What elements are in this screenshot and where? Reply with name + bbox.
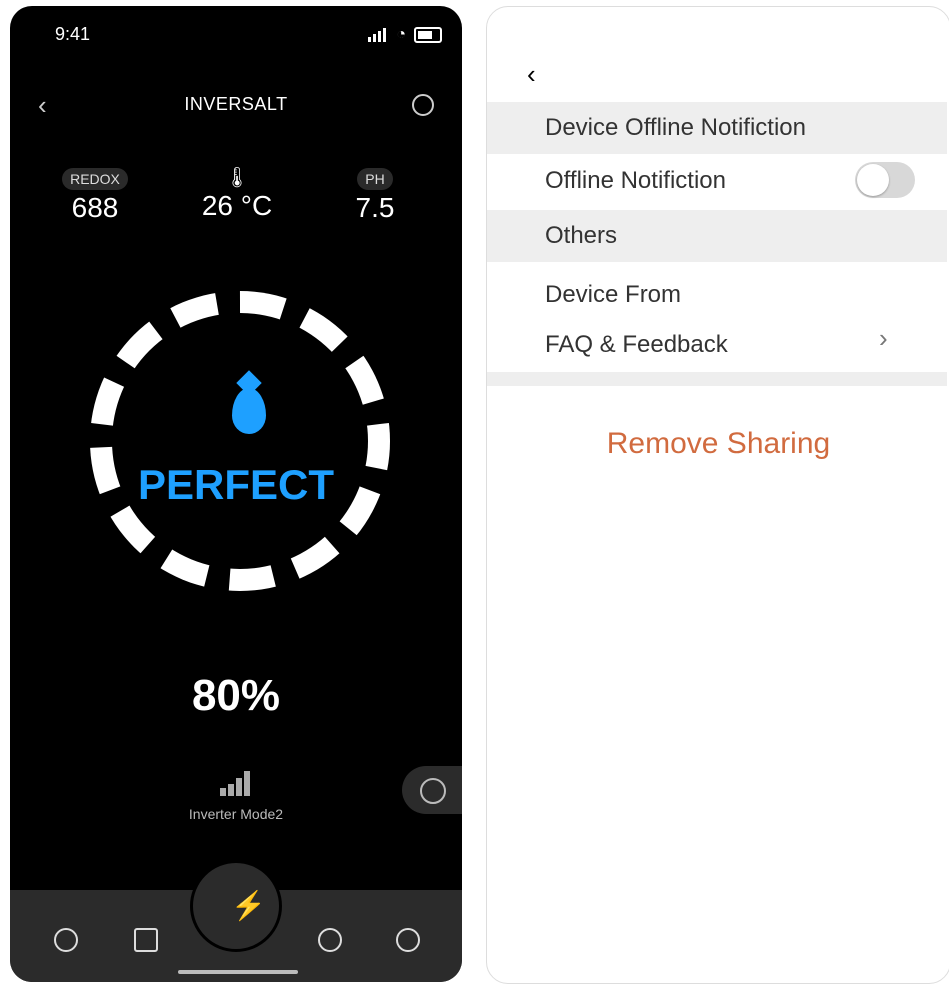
timer-icon[interactable] (396, 928, 420, 952)
faq-feedback-label: FAQ & Feedback (545, 331, 728, 358)
remove-sharing-button[interactable]: Remove Sharing (487, 427, 949, 461)
quality-status: PERFECT (137, 461, 334, 508)
lightning-icon: ⚡ (231, 890, 266, 921)
section-offline: Device Offline Notifiction (487, 102, 947, 154)
chart-icon[interactable] (134, 928, 158, 952)
device-from-label: Device From (545, 281, 682, 308)
battery-icon (414, 27, 442, 43)
settings-gear-icon[interactable] (412, 94, 434, 116)
section-offline-label: Device Offline Notifiction (545, 114, 806, 141)
status-bar: 9:41 ◔ (10, 6, 462, 56)
cloud-clock-icon (420, 778, 446, 804)
boost-button[interactable]: ⚡ (190, 860, 282, 952)
redox-metric: REDOX 688 (40, 168, 150, 224)
home-indicator (178, 970, 298, 974)
water-drop-icon (232, 388, 266, 434)
temperature-metric: 🌡 26 °C (182, 168, 292, 222)
divider (487, 372, 947, 386)
ph-label: PH (357, 168, 393, 190)
status-time: 9:41 (55, 24, 91, 44)
ph-metric: PH 7.5 (320, 168, 430, 224)
signal-icon (368, 28, 388, 42)
toggle-knob (857, 164, 889, 196)
power-icon[interactable] (54, 928, 78, 952)
settings-back-button[interactable]: ‹ (527, 59, 536, 90)
output-percent: 80% (191, 671, 281, 720)
schedule-button[interactable] (402, 766, 462, 814)
wifi-icon: ◔ (396, 26, 406, 43)
offline-notification-toggle[interactable] (855, 162, 915, 198)
refresh-icon[interactable] (318, 928, 342, 952)
section-others-label: Others (545, 222, 618, 249)
redox-value: 688 (71, 192, 119, 223)
ph-value: 7.5 (355, 192, 395, 223)
mode-label: Inverter Mode2 (188, 806, 284, 822)
redox-label: REDOX (62, 168, 128, 190)
signal-strength-icon (220, 771, 252, 796)
page-title: INVERSALT (184, 94, 288, 114)
thermometer-icon: 🌡 (224, 167, 250, 189)
chevron-right-icon: › (879, 323, 888, 353)
temperature-value: 26 °C (201, 190, 273, 221)
offline-notification-label: Offline Notifiction (545, 167, 726, 194)
status-icons: ◔ (368, 26, 442, 44)
top-nav: ‹ INVERSALT (10, 86, 462, 126)
device-screen: 9:41 ◔ ‹ INVERSALT REDOX 688 🌡 26 °C PH … (10, 6, 462, 982)
settings-screen: ‹ Device Offline Notifiction Offline Not… (486, 6, 949, 984)
section-others: Others (487, 210, 947, 262)
quality-ring (90, 291, 390, 591)
